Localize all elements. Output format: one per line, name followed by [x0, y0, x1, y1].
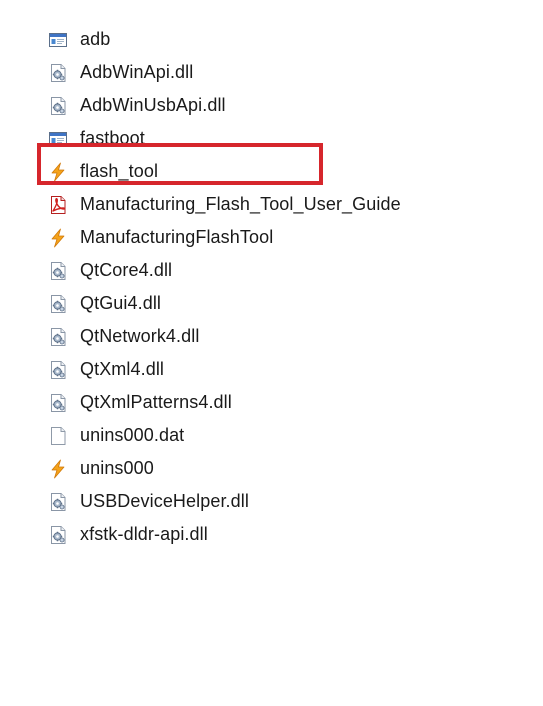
file-name-label: AdbWinApi.dll — [80, 62, 194, 82]
application-window-icon — [48, 129, 68, 149]
dll-gear-icon — [48, 327, 68, 347]
dll-gear-icon — [48, 525, 68, 545]
file-item-qtgui4-dll[interactable]: QtGui4.dll — [48, 287, 528, 320]
file-name-label: Manufacturing_Flash_Tool_User_Guide — [80, 194, 401, 214]
file-name-label: unins000 — [80, 458, 154, 478]
dll-gear-icon — [48, 63, 68, 83]
dll-gear-icon — [48, 261, 68, 281]
file-name-label: unins000.dat — [80, 425, 185, 445]
file-name-label: fastboot — [80, 128, 145, 148]
file-item-unins000[interactable]: unins000 — [48, 452, 528, 485]
file-item-adbwinapi-dll[interactable]: AdbWinApi.dll — [48, 56, 528, 89]
file-name-label: QtXml4.dll — [80, 359, 165, 379]
dll-gear-icon — [48, 492, 68, 512]
application-window-icon — [48, 30, 68, 50]
file-item-adbwinusbapi-dll[interactable]: AdbWinUsbApi.dll — [48, 89, 528, 122]
pdf-document-icon — [48, 195, 68, 215]
dll-gear-icon — [48, 294, 68, 314]
file-item-adb[interactable]: adb — [48, 23, 528, 56]
file-item-qtxml4-dll[interactable]: QtXml4.dll — [48, 353, 528, 386]
lightning-bolt-icon — [48, 459, 68, 479]
file-item-usbdevicehelper-dll[interactable]: USBDeviceHelper.dll — [48, 485, 528, 518]
lightning-bolt-icon — [48, 228, 68, 248]
dll-gear-icon — [48, 360, 68, 380]
file-name-label: adb — [80, 29, 111, 49]
file-name-label: ManufacturingFlashTool — [80, 227, 274, 247]
file-name-label: QtGui4.dll — [80, 293, 162, 313]
file-item-unins000-dat[interactable]: unins000.dat — [48, 419, 528, 452]
file-item-qtxmlpatterns4-dll[interactable]: QtXmlPatterns4.dll — [48, 386, 528, 419]
file-item-manufacturingflashtool[interactable]: ManufacturingFlashTool — [48, 221, 528, 254]
file-item-qtnetwork4-dll[interactable]: QtNetwork4.dll — [48, 320, 528, 353]
file-item-fastboot[interactable]: fastboot — [48, 122, 528, 155]
file-item-flash-tool[interactable]: flash_tool — [48, 155, 528, 188]
file-item-qtcore4-dll[interactable]: QtCore4.dll — [48, 254, 528, 287]
file-name-label: xfstk-dldr-api.dll — [80, 524, 208, 544]
file-name-label: QtXmlPatterns4.dll — [80, 392, 232, 412]
dll-gear-icon — [48, 96, 68, 116]
file-name-label: QtCore4.dll — [80, 260, 173, 280]
blank-file-icon — [48, 426, 68, 446]
file-name-label: flash_tool — [80, 161, 159, 181]
dll-gear-icon — [48, 393, 68, 413]
lightning-bolt-icon — [48, 162, 68, 182]
file-name-label: AdbWinUsbApi.dll — [80, 95, 226, 115]
file-name-label: USBDeviceHelper.dll — [80, 491, 249, 511]
file-item-xfstk-dldr-api-dll[interactable]: xfstk-dldr-api.dll — [48, 518, 528, 551]
file-list: adb AdbWinApi.dll AdbWinUsbApi.dll fastb… — [48, 23, 528, 551]
file-name-label: QtNetwork4.dll — [80, 326, 200, 346]
file-item-manufacturing-flash-tool-user-guide[interactable]: Manufacturing_Flash_Tool_User_Guide — [48, 188, 528, 221]
